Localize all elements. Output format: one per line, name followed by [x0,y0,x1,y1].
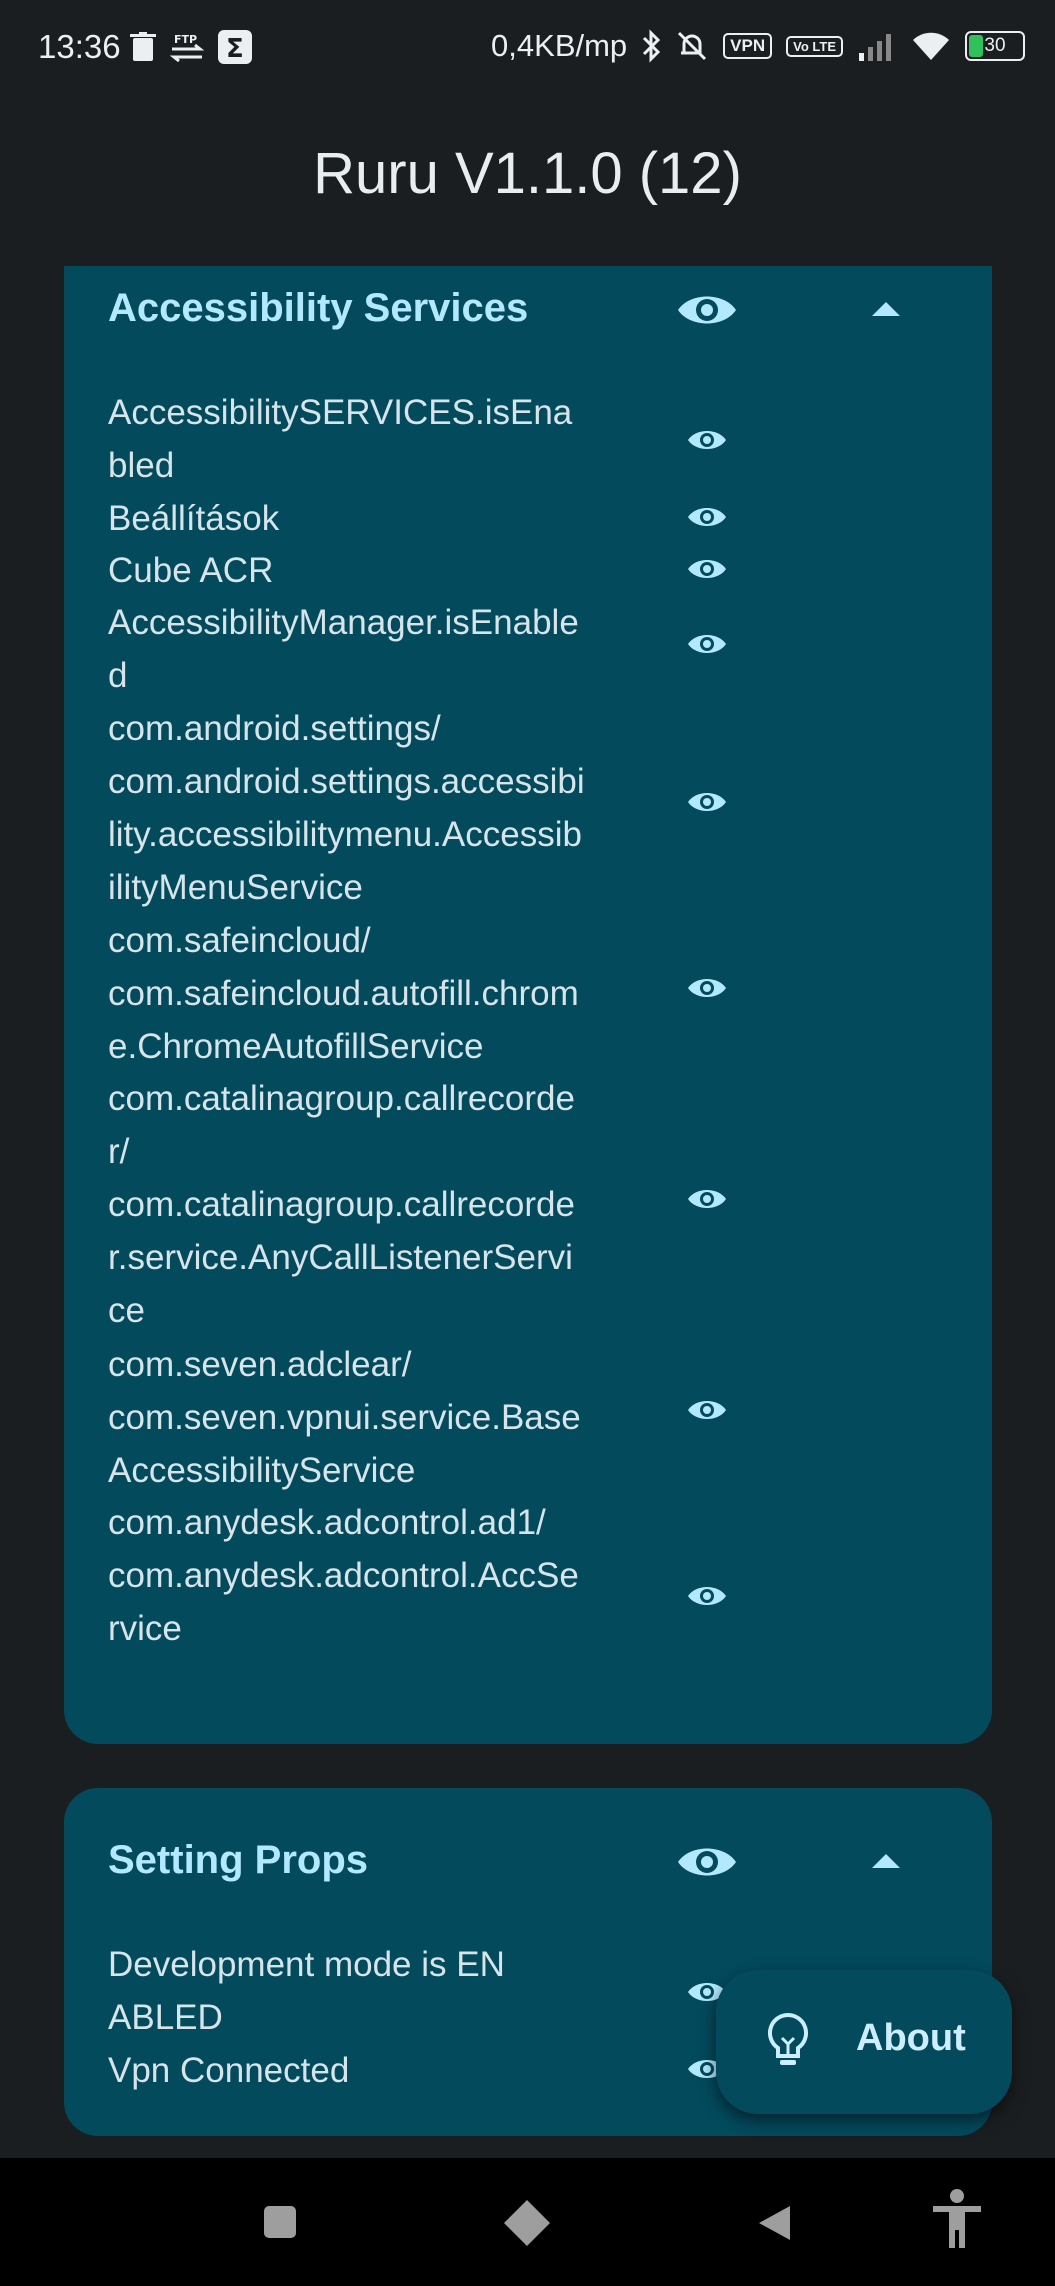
section-accessibility-services: Accessibility Services AccessibilitySERV… [64,266,992,1744]
recents-square-icon[interactable] [262,2204,298,2240]
list-item: AccessibilitySERVICES.isEnabled [108,393,573,485]
eye-icon[interactable] [687,426,727,454]
list-item: com.catalinagroup.callrecorder/ com.cata… [108,1079,575,1330]
about-button-label: About [856,2017,966,2059]
list-item: Cube ACR [108,551,274,590]
list-item: AccessibilityManager.isEnabled [108,603,579,695]
list-item: com.anydesk.adcontrol.ad1/ com.anydesk.a… [108,1503,579,1648]
status-time: 13:36 [38,28,121,65]
eye-icon[interactable] [687,503,727,531]
muted-bell-icon [678,31,707,61]
eye-icon[interactable] [687,555,727,583]
collapse-arrow-icon[interactable] [872,1854,900,1868]
net-speed: 0,4KB/mp [491,28,628,63]
status-left-icons: FTP Σ [130,30,252,64]
eye-icon[interactable] [687,1582,727,1610]
eye-icon[interactable] [687,788,727,816]
vpn-badge: VPN [723,33,773,59]
bluetooth-icon [643,29,661,63]
sigma-icon: Σ [218,30,252,64]
list-item: com.android.settings/ com.android.settin… [108,709,585,907]
eye-icon[interactable] [676,1840,738,1884]
signal-icon [859,34,891,61]
accessibility-icon[interactable] [930,2188,984,2250]
page-title: Ruru V1.1.0 (12) [313,141,742,206]
eye-icon[interactable] [676,288,738,332]
navigation-bar [0,2158,1055,2286]
battery-indicator: 30 [965,31,1025,61]
eye-icon[interactable] [687,1396,727,1424]
home-diamond-icon[interactable] [502,2198,552,2248]
back-triangle-icon[interactable] [756,2204,792,2242]
trash-icon [130,32,156,61]
list-item: Vpn Connected [108,2051,350,2090]
list-item: com.safeincloud/ com.safeincloud.autofil… [108,921,579,1066]
volte-badge: Vo LTE [786,35,843,57]
lightbulb-icon [767,2012,809,2065]
eye-icon[interactable] [687,1185,727,1213]
section-title: Accessibility Services [108,286,529,330]
ftp-icon: FTP [170,33,204,62]
status-right-icons: 0,4KB/mp VPN Vo LTE 30 [491,28,1025,64]
svg-text:FTP: FTP [174,33,197,46]
eye-icon[interactable] [687,630,727,658]
section-title: Setting Props [108,1838,369,1882]
about-button[interactable]: About [716,1970,1012,2114]
wifi-icon [913,32,949,60]
list-item: Development mode is ENABLED [108,1945,505,2037]
svg-text:Σ: Σ [226,34,244,64]
collapse-arrow-icon[interactable] [872,302,900,316]
eye-icon[interactable] [687,974,727,1002]
list-item: Beállítások [108,499,280,538]
status-bar: 13:36 FTP Σ 0,4KB/mp VPN Vo LTE 30 [0,0,1055,96]
list-item: com.seven.adclear/ com.seven.vpnui.servi… [108,1345,581,1490]
